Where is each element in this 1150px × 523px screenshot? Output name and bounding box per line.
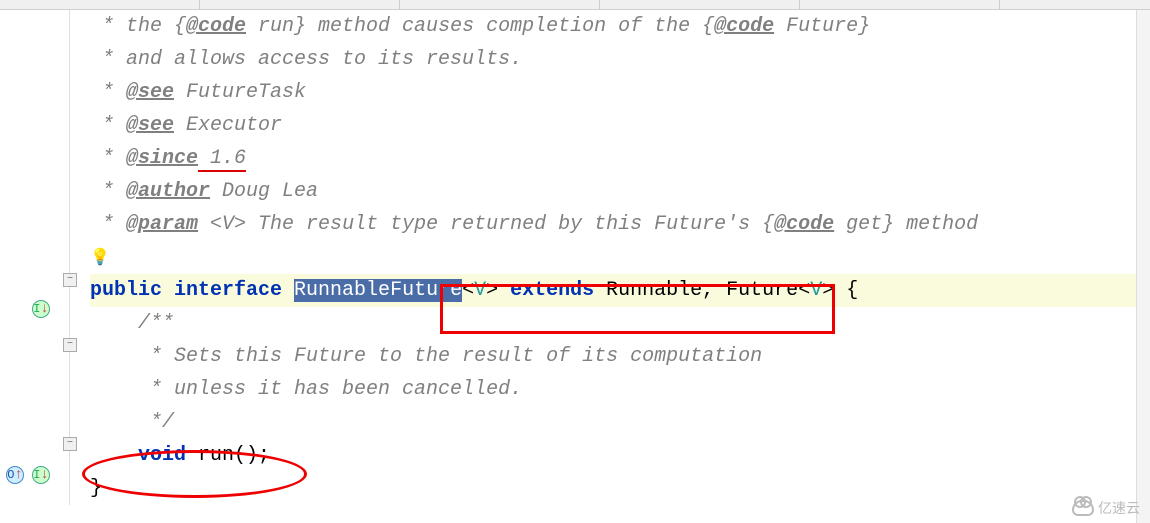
interface-name-selected: RunnableFuture: [294, 279, 462, 302]
intention-bulb-line: 💡: [90, 241, 1150, 274]
keyword-interface: interface: [174, 279, 294, 302]
javadoc-see-1: * @see FutureTask: [90, 76, 1150, 109]
tabs-bar: [0, 0, 1150, 10]
tab-5[interactable]: [800, 0, 1000, 10]
javadoc-since: * @since 1.6: [90, 142, 1150, 175]
tab-4[interactable]: [600, 0, 800, 10]
t: *: [90, 114, 126, 137]
t: * the {: [90, 15, 186, 38]
arrow-down-icon: ↓: [40, 301, 48, 317]
t: The result type returned by this Future'…: [246, 213, 774, 236]
javadoc-line-1: * the {@code run} method causes completi…: [90, 10, 1150, 43]
method-declaration-line: void run();: [90, 439, 1150, 472]
watermark-text: 亿速云: [1098, 498, 1140, 518]
t: {: [834, 279, 858, 302]
javadoc-see-2: * @see Executor: [90, 109, 1150, 142]
t: ();: [234, 444, 270, 467]
javadoc-code-tag: @code: [186, 15, 246, 38]
interface-declaration-line: public interface RunnableFuture<V> exten…: [90, 274, 1150, 307]
method-javadoc-line-2: * unless it has been cancelled.: [90, 373, 1150, 406]
param-tag: @param: [126, 213, 198, 236]
tab-2[interactable]: [200, 0, 400, 10]
t: Doug Lea: [210, 180, 318, 203]
t: Executor: [174, 114, 282, 137]
see-tag: @see: [126, 81, 174, 104]
javadoc-code-tag: @code: [774, 213, 834, 236]
t: >: [486, 279, 498, 302]
keyword-extends: extends: [498, 279, 606, 302]
arrow-down-icon-2: ↓: [40, 467, 48, 483]
t: *: [90, 81, 126, 104]
t: run} method causes completion of the {: [246, 15, 714, 38]
t: *: [90, 180, 126, 203]
javadoc-code-tag: @code: [714, 15, 774, 38]
superinterfaces: Runnable, Future: [606, 279, 798, 302]
editor-container: − − − I↓ O↑ I↓ * the {@code run} method …: [0, 10, 1150, 505]
tab-1[interactable]: [0, 0, 200, 10]
type-param: V: [474, 279, 486, 302]
t: Future}: [774, 15, 870, 38]
structure-icon-interface[interactable]: I↓: [32, 300, 50, 318]
vertical-scrollbar[interactable]: [1136, 10, 1150, 523]
since-tag: @since: [126, 147, 198, 170]
see-tag: @see: [126, 114, 174, 137]
since-value: 1.6: [198, 147, 246, 172]
arrow-up-icon: ↑: [14, 467, 22, 483]
t: <: [462, 279, 474, 302]
tab-3[interactable]: [400, 0, 600, 10]
t: *: [90, 147, 126, 170]
javadoc-author: * @author Doug Lea: [90, 175, 1150, 208]
structure-icon-implemented[interactable]: I↓: [32, 466, 50, 484]
intention-bulb-icon[interactable]: 💡: [90, 249, 110, 267]
type-param: V: [810, 279, 822, 302]
structure-icon-override[interactable]: O↑: [6, 466, 24, 484]
t: FutureTask: [174, 81, 306, 104]
t: <V>: [198, 213, 246, 236]
gutter: − − − I↓ O↑ I↓: [0, 10, 70, 505]
javadoc-line-2: * and allows access to its results.: [90, 43, 1150, 76]
method-name: run: [198, 444, 234, 467]
method-javadoc-open: /**: [90, 307, 1150, 340]
t: get} method: [834, 213, 978, 236]
keyword-public: public: [90, 279, 174, 302]
keyword-void: void: [138, 444, 198, 467]
t: *: [90, 213, 126, 236]
author-tag: @author: [126, 180, 210, 203]
t: <: [798, 279, 810, 302]
watermark: 亿速云: [1072, 498, 1140, 518]
code-editor[interactable]: * the {@code run} method causes completi…: [70, 10, 1150, 505]
close-brace-line: }: [90, 472, 1150, 505]
watermark-cloud-icon: [1072, 500, 1094, 516]
method-javadoc-close: */: [90, 406, 1150, 439]
javadoc-param: * @param <V> The result type returned by…: [90, 208, 1150, 241]
t: [90, 444, 138, 467]
method-javadoc-line-1: * Sets this Future to the result of its …: [90, 340, 1150, 373]
t: >: [822, 279, 834, 302]
